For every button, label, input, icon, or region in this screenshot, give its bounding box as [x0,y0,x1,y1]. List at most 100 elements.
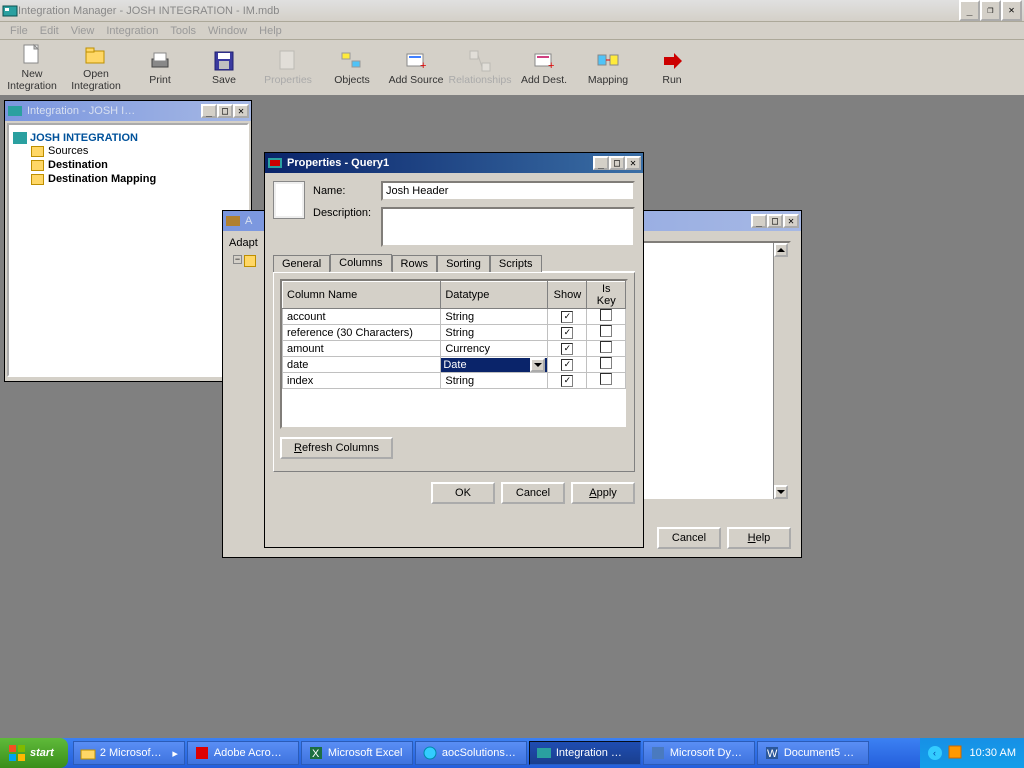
integration-titlebar[interactable]: Integration - JOSH I… _ □ ✕ [5,101,251,121]
adapter-minimize[interactable]: _ [751,214,767,228]
taskbar-item-active[interactable]: Integration … [529,741,641,765]
show-checkbox[interactable]: ✓ [561,311,573,323]
key-checkbox[interactable] [600,341,612,353]
taskbar-item[interactable]: Adobe Acro… [187,741,299,765]
start-button[interactable]: start [0,738,68,768]
tab-sorting[interactable]: Sorting [437,255,490,272]
tree-root[interactable]: JOSH INTEGRATION [13,129,243,144]
show-checkbox[interactable]: ✓ [561,343,573,355]
show-checkbox[interactable]: ✓ [561,359,573,371]
properties-titlebar[interactable]: Properties - Query1 _ □ ✕ [265,153,643,173]
menu-edit[interactable]: Edit [34,23,65,39]
app-minimize-button[interactable]: _ [959,0,980,21]
menu-view[interactable]: View [65,23,101,39]
datatype-dropdown-button[interactable] [530,358,545,372]
grid-row[interactable]: reference (30 Characters)String✓ [283,325,626,341]
svg-text:+: + [548,60,554,72]
tree-node-destination[interactable]: Destination [13,158,243,172]
integration-maximize[interactable]: □ [217,104,233,118]
grid-row-selected[interactable]: dateDate✓ [283,357,626,373]
show-checkbox[interactable]: ✓ [561,375,573,387]
app-titlebar: Integration Manager - JOSH INTEGRATION -… [0,0,1024,22]
tool-relationships[interactable]: Relationships [452,42,508,94]
tray-expand-icon[interactable]: ‹ [928,746,942,760]
system-tray[interactable]: ‹ 10:30 AM [920,738,1024,768]
menu-integration[interactable]: Integration [100,23,164,39]
col-header-datatype[interactable]: Datatype [441,282,548,309]
adapter-cancel-button[interactable]: Cancel [657,527,721,549]
key-checkbox[interactable] [600,325,612,337]
col-header-show[interactable]: Show [548,282,587,309]
tab-scripts[interactable]: Scripts [490,255,542,272]
app-icon [536,745,552,761]
clock[interactable]: 10:30 AM [970,747,1016,759]
menu-tools[interactable]: Tools [164,23,202,39]
tree-collapse-icon[interactable]: − [233,255,242,264]
taskbar-item[interactable]: 2 Microsof…▸ [73,741,185,765]
folder-icon [80,745,96,761]
menu-window[interactable]: Window [202,23,253,39]
ie-icon [422,745,438,761]
taskbar-item[interactable]: WDocument5 … [757,741,869,765]
ok-button[interactable]: OK [431,482,495,504]
integration-window: Integration - JOSH I… _ □ ✕ JOSH INTEGRA… [4,100,252,382]
folder-icon [31,160,44,171]
svg-text:X: X [312,748,320,760]
grid-row[interactable]: amountCurrency✓ [283,341,626,357]
scroll-down-button[interactable] [774,485,788,499]
taskbar-item[interactable]: aocSolutions… [415,741,527,765]
grid-row[interactable]: accountString✓ [283,309,626,325]
tool-print[interactable]: Print [132,42,188,94]
refresh-columns-button[interactable]: Refresh Columns [280,437,393,459]
scroll-up-button[interactable] [774,243,788,257]
chevron-icon: ▸ [172,747,178,760]
grid-row[interactable]: indexString✓ [283,373,626,389]
adapter-help-button[interactable]: Help [727,527,791,549]
cancel-button[interactable]: Cancel [501,482,565,504]
folder-icon [31,174,44,185]
tab-columns[interactable]: Columns [330,254,391,272]
show-checkbox[interactable]: ✓ [561,327,573,339]
taskbar-item[interactable]: XMicrosoft Excel [301,741,413,765]
taskbar-item[interactable]: Microsoft Dy… [643,741,755,765]
tool-add-source[interactable]: +Add Source [388,42,444,94]
tree-node-sources[interactable]: Sources [13,144,243,158]
properties-maximize[interactable]: □ [609,156,625,170]
tab-general[interactable]: General [273,255,330,272]
integration-close[interactable]: ✕ [233,104,249,118]
integration-minimize[interactable]: _ [201,104,217,118]
label-description: Description: [313,207,381,219]
columns-grid[interactable]: Column Name Datatype Show Is Key account… [282,281,626,389]
key-checkbox[interactable] [600,309,612,321]
tool-properties[interactable]: Properties [260,42,316,94]
tab-rows[interactable]: Rows [392,255,438,272]
menu-help[interactable]: Help [253,23,288,39]
apply-button[interactable]: Apply [571,482,635,504]
adapter-maximize[interactable]: □ [767,214,783,228]
tool-mapping[interactable]: Mapping [580,42,636,94]
name-input[interactable] [381,181,635,201]
adapter-close[interactable]: ✕ [783,214,799,228]
tool-add-dest[interactable]: +Add Dest. [516,42,572,94]
adapter-scrollbar[interactable] [773,243,789,499]
tray-icon[interactable] [948,745,964,761]
properties-minimize[interactable]: _ [593,156,609,170]
tree-node-destination-mapping[interactable]: Destination Mapping [13,172,243,186]
app-close-button[interactable]: ✕ [1001,0,1022,21]
app-maximize-button[interactable]: ❐ [980,0,1001,21]
menu-file[interactable]: File [4,23,34,39]
tool-save[interactable]: Save [196,42,252,94]
svg-text:W: W [767,748,778,760]
description-input[interactable] [381,207,635,247]
key-checkbox[interactable] [600,373,612,385]
col-header-name[interactable]: Column Name [283,282,441,309]
tool-new-integration[interactable]: New Integration [4,42,60,94]
col-header-iskey[interactable]: Is Key [587,282,626,309]
integration-tree[interactable]: JOSH INTEGRATION Sources Destination Des… [7,123,249,377]
key-checkbox[interactable] [600,357,612,369]
tool-open-integration[interactable]: Open Integration [68,42,124,94]
tool-run[interactable]: Run [644,42,700,94]
properties-close[interactable]: ✕ [625,156,641,170]
tool-objects[interactable]: Objects [324,42,380,94]
adapter-icon [225,213,241,229]
